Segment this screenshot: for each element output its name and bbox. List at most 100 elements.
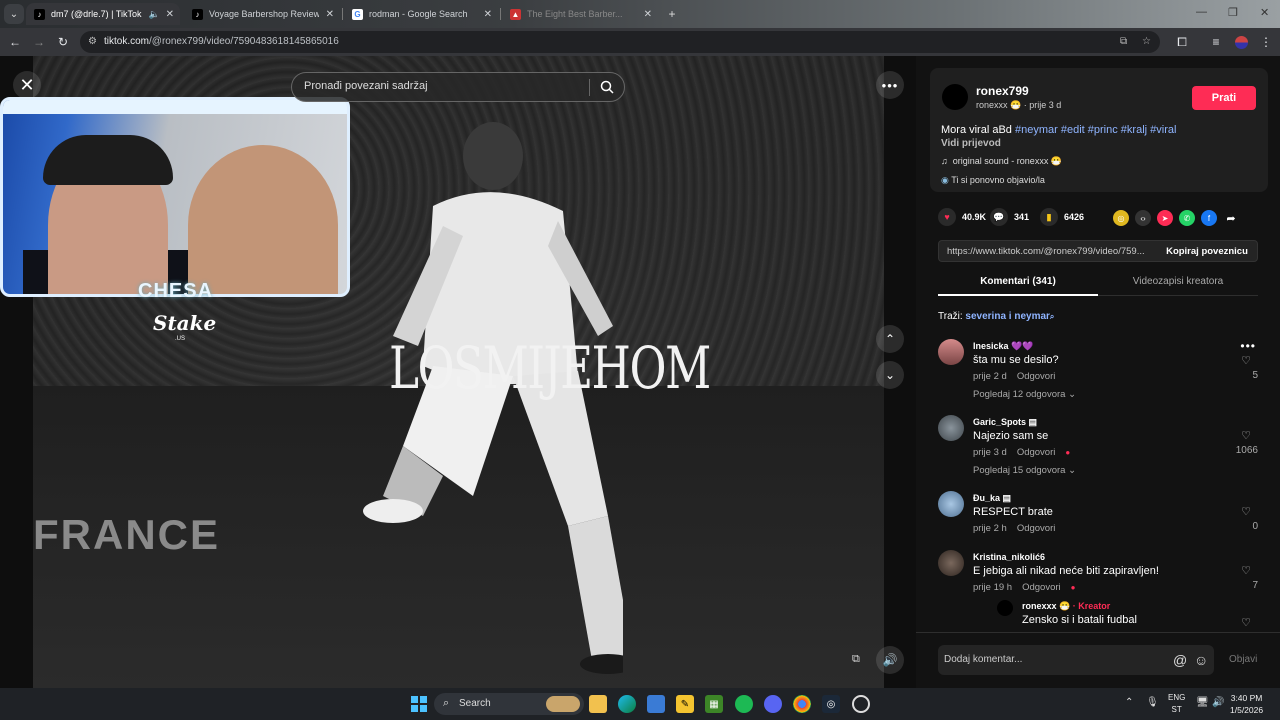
close-tab-icon[interactable]: ✕: [644, 9, 652, 20]
chrome-icon[interactable]: [793, 695, 811, 713]
spotify-icon[interactable]: [735, 695, 753, 713]
commenter-avatar[interactable]: [938, 491, 964, 517]
whatsapp-icon[interactable]: ✆: [1179, 210, 1195, 226]
language-indicator[interactable]: ENG ST: [1168, 692, 1185, 716]
translate-link[interactable]: Vidi prijevod: [941, 138, 1001, 149]
view-replies-button[interactable]: Pogledaj 15 odgovora ⌄: [973, 465, 1076, 476]
steam-icon[interactable]: ◎: [822, 695, 840, 713]
chrome-menu-icon[interactable]: ⋮: [1258, 34, 1274, 50]
close-tab-icon[interactable]: ✕: [484, 9, 492, 20]
reload-icon[interactable]: ↻: [55, 34, 71, 50]
reply-button[interactable]: Odgovori: [1017, 447, 1056, 458]
comment-like-icon[interactable]: ♡: [1234, 505, 1258, 518]
show-hidden-icons-icon[interactable]: ⌃: [1125, 697, 1133, 708]
browser-tab-voyage[interactable]: ♪ Voyage Barbershop Review ✕: [184, 3, 340, 25]
commenter-avatar[interactable]: [938, 550, 964, 576]
search-icon[interactable]: [600, 80, 614, 94]
microphone-icon[interactable]: 🎙: [1146, 697, 1159, 708]
taskbar-search[interactable]: ⌕ Search: [434, 693, 584, 715]
forward-icon[interactable]: →: [31, 34, 47, 50]
maximize-icon[interactable]: ❐: [1228, 6, 1238, 19]
volume-tray-icon[interactable]: 🔊: [1212, 697, 1224, 708]
file-explorer-icon[interactable]: [589, 695, 607, 713]
minecraft-icon[interactable]: ▦: [705, 695, 723, 713]
hashtag-link[interactable]: #edit: [1061, 124, 1085, 136]
commenter-avatar[interactable]: [938, 339, 964, 365]
copy-link-button[interactable]: Kopiraj poveznicu: [1157, 241, 1257, 261]
commenter-username[interactable]: Inesicka 💜💜: [973, 341, 1033, 352]
settings-icon[interactable]: [852, 695, 870, 713]
extensions-icon[interactable]: ⧠: [1174, 34, 1190, 50]
facebook-icon[interactable]: f: [1201, 210, 1217, 226]
profile-avatar-icon[interactable]: [1233, 34, 1249, 50]
hashtag-link[interactable]: #viral: [1150, 124, 1176, 136]
comment-like-icon[interactable]: ♡: [1234, 354, 1258, 367]
hashtag-link[interactable]: #kralj: [1121, 124, 1147, 136]
comment-more-icon[interactable]: •••: [1240, 339, 1256, 353]
windows-start-icon[interactable]: [410, 695, 428, 713]
reply-button[interactable]: Odgovori: [1022, 582, 1061, 593]
reply-button[interactable]: Odgovori: [1017, 523, 1056, 534]
follow-button[interactable]: Prati: [1192, 86, 1256, 110]
comment-button[interactable]: 💬 341: [990, 208, 1029, 226]
comment-like-icon[interactable]: ♡: [1234, 564, 1258, 577]
speaker-icon[interactable]: 🔈: [149, 9, 160, 20]
browser-tab-tiktok[interactable]: ♪ dm7 (@drle.7) | TikTok 🔈 ✕: [26, 3, 180, 25]
store-icon[interactable]: [647, 695, 665, 713]
comment-like-icon[interactable]: ♡: [1234, 429, 1258, 442]
close-tab-icon[interactable]: ✕: [326, 9, 334, 20]
embed-share-icon[interactable]: ◎: [1113, 210, 1129, 226]
reply-like-icon[interactable]: ♡: [1234, 616, 1258, 629]
hashtag-link[interactable]: #princ: [1088, 124, 1118, 136]
tab-comments[interactable]: Komentari (341): [938, 276, 1098, 296]
commenter-username[interactable]: Kristina_nikolić6: [973, 552, 1045, 562]
close-window-icon[interactable]: ✕: [1260, 6, 1269, 19]
author-avatar[interactable]: [942, 84, 968, 110]
browser-tab-google[interactable]: G rodman - Google Search ✕: [344, 3, 498, 25]
commenter-avatar[interactable]: [938, 415, 964, 441]
send-share-icon[interactable]: ➤: [1157, 210, 1173, 226]
hashtag-link[interactable]: #neymar: [1015, 124, 1058, 136]
install-app-icon[interactable]: ⧉: [1120, 36, 1127, 47]
more-options-button[interactable]: •••: [876, 71, 904, 99]
commenter-username[interactable]: Garic_Spots ▤: [973, 417, 1037, 428]
video-player[interactable]: FRANCE LOSMIJEHOM CHESA Stake .US ✕ Pron…: [0, 56, 916, 688]
system-clock[interactable]: 3:40 PM 1/5/2026: [1230, 692, 1263, 716]
related-search-input[interactable]: Pronađi povezani sadržaj: [291, 72, 625, 102]
app-icon[interactable]: ✎: [676, 695, 694, 713]
close-tab-icon[interactable]: ✕: [166, 9, 174, 20]
replier-username[interactable]: ronexxx 😷 · Kreator: [1022, 601, 1110, 612]
volume-button[interactable]: 🔊: [876, 646, 904, 674]
tab-creator-videos[interactable]: Videozapisi kreatora: [1098, 276, 1258, 296]
minimize-icon[interactable]: —: [1196, 6, 1207, 18]
media-controls-icon[interactable]: ≡: [1208, 34, 1224, 50]
close-video-button[interactable]: ✕: [13, 71, 41, 99]
comment-input[interactable]: Dodaj komentar... @ ☺: [938, 645, 1214, 675]
reply-button[interactable]: Odgovori: [1017, 371, 1056, 382]
save-button[interactable]: ▮ 6426: [1040, 208, 1084, 226]
share-link-url[interactable]: https://www.tiktok.com/@ronex799/video/7…: [947, 246, 1157, 257]
share-arrow-icon[interactable]: ➦: [1223, 210, 1239, 226]
next-video-button[interactable]: ⌄: [876, 361, 904, 389]
search-suggestion[interactable]: Traži: severina i neymar⌕: [938, 311, 1054, 322]
view-replies-button[interactable]: Pogledaj 12 odgovora ⌄: [973, 389, 1076, 400]
site-info-icon[interactable]: ⚙: [88, 36, 97, 47]
sound-link[interactable]: ♫ original sound - ronexxx 😷: [941, 156, 1062, 167]
commenter-username[interactable]: Đu_ka ▤: [973, 493, 1011, 504]
previous-video-button[interactable]: ⌃: [876, 325, 904, 353]
address-bar[interactable]: ⚙ tiktok.com/@ronex799/video/75904836181…: [80, 31, 1160, 53]
post-comment-button[interactable]: Objavi: [1229, 654, 1257, 665]
tab-search-button[interactable]: ⌄: [4, 4, 24, 24]
embed-code-icon[interactable]: ‹›: [1135, 210, 1151, 226]
discord-icon[interactable]: [764, 695, 782, 713]
new-tab-icon[interactable]: +: [664, 6, 680, 22]
emoji-icon[interactable]: ☺: [1194, 652, 1208, 668]
author-username[interactable]: ronex799: [976, 84, 1029, 98]
network-icon[interactable]: 🖥: [1196, 697, 1209, 708]
replier-avatar[interactable]: [997, 600, 1013, 616]
like-button[interactable]: ♥ 40.9K: [938, 208, 986, 226]
edge-icon[interactable]: [618, 695, 636, 713]
picture-in-picture-icon[interactable]: ⧉: [852, 653, 866, 667]
back-icon[interactable]: ←: [7, 34, 23, 50]
bookmark-star-icon[interactable]: ☆: [1142, 36, 1151, 47]
